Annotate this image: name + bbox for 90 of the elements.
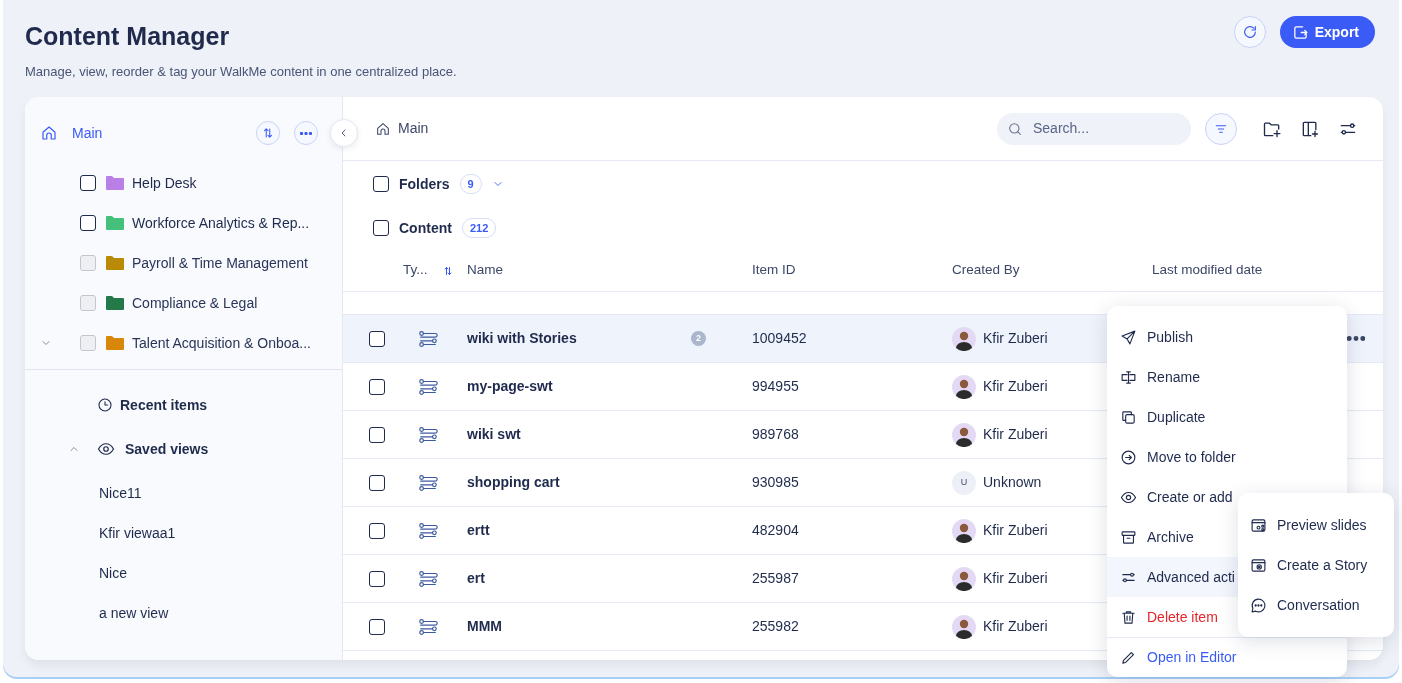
submenu-item[interactable]: Preview slides [1238, 505, 1394, 545]
column-header[interactable]: Last modified date [1152, 260, 1263, 281]
item-name[interactable]: ertt [467, 520, 490, 541]
saved-view-item[interactable]: Nice [99, 562, 127, 584]
group-label: Content [399, 218, 452, 238]
sort-icon [261, 126, 275, 140]
breadcrumb-link[interactable]: Main [398, 118, 429, 139]
item-name[interactable]: shopping cart [467, 472, 560, 493]
item-id: 1009452 [752, 329, 808, 348]
home-icon [40, 124, 58, 142]
item-id: 482904 [752, 521, 800, 540]
checkbox[interactable] [373, 220, 389, 236]
creator-name: Kfir Zuberi [983, 521, 1048, 540]
column-header[interactable]: Name [467, 260, 503, 281]
avatar-icon [952, 566, 976, 591]
refresh-button[interactable] [1233, 16, 1266, 48]
send-icon [1120, 328, 1137, 346]
chat-icon [1250, 596, 1267, 614]
checkbox[interactable] [369, 426, 385, 443]
arrow-circle-icon [1120, 448, 1137, 466]
story-icon [1250, 556, 1267, 574]
pencil-icon [1120, 649, 1137, 666]
item-id: 255987 [752, 569, 800, 588]
avatar-icon [952, 614, 976, 639]
refresh-icon [1241, 24, 1258, 40]
column-header[interactable]: Ty... [403, 260, 428, 281]
checkbox[interactable] [369, 330, 385, 347]
checkbox[interactable] [369, 570, 385, 587]
export-icon [1291, 23, 1309, 41]
avatar-icon [952, 422, 976, 447]
avatar: U [952, 470, 976, 495]
group-label: Folders [399, 174, 450, 194]
creator-name: Kfir Zuberi [983, 329, 1048, 348]
menu-item[interactable]: Rename [1107, 357, 1347, 397]
creator-name: Kfir Zuberi [983, 377, 1048, 396]
export-button[interactable]: Export [1279, 16, 1375, 48]
tree-item[interactable]: Workforce Analytics & Rep... [132, 212, 310, 234]
item-name[interactable]: wiki with Stories [467, 328, 577, 349]
comment-count-badge: 2 [691, 331, 706, 346]
eye-icon [97, 440, 115, 458]
avatar-icon [952, 326, 976, 351]
creator-name: Kfir Zuberi [983, 425, 1048, 444]
recent-items-link[interactable]: Recent items [120, 394, 208, 416]
checkbox[interactable] [369, 378, 385, 395]
tree-item[interactable]: Help Desk [132, 172, 197, 194]
item-id: 994955 [752, 377, 800, 396]
column-header[interactable]: Created By [952, 260, 1020, 281]
page-title: Content Manager [25, 21, 231, 52]
archive-icon [1120, 528, 1137, 546]
item-id: 989768 [752, 425, 800, 444]
trash-icon [1120, 608, 1137, 626]
checkbox[interactable] [369, 474, 385, 491]
creator-name: Unknown [983, 473, 1042, 492]
page-subtitle: Manage, view, reorder & tag your WalkMe content in one centralized place. [25, 62, 457, 81]
item-id: 930985 [752, 473, 800, 492]
creator-name: Kfir Zuberi [983, 617, 1048, 636]
checkbox[interactable] [369, 522, 385, 539]
item-name[interactable]: MMM [467, 616, 502, 637]
saved-view-item[interactable]: Nice11 [99, 482, 142, 504]
sort-button[interactable] [256, 121, 280, 145]
avatar-icon [952, 374, 976, 399]
main-folder-link[interactable]: Main [40, 122, 103, 144]
saved-views-link[interactable]: Saved views [125, 438, 209, 460]
more-button[interactable] [294, 121, 318, 145]
item-name[interactable]: my-page-swt [467, 376, 553, 397]
home-icon [375, 120, 391, 137]
ellipsis-icon [1347, 336, 1365, 341]
column-header[interactable]: Item ID [752, 260, 796, 281]
duplicate-icon [1120, 408, 1137, 426]
search-field[interactable]: Search... [997, 112, 1191, 145]
checkbox[interactable] [373, 176, 389, 192]
menu-item[interactable]: Duplicate [1107, 397, 1347, 437]
checkbox[interactable] [369, 618, 385, 635]
clock-icon [97, 397, 113, 413]
avatar-icon [952, 518, 976, 543]
checkbox[interactable] [80, 215, 96, 231]
creator-name: Kfir Zuberi [983, 569, 1048, 588]
saved-view-item[interactable]: a new view [99, 602, 169, 624]
saved-view-item[interactable]: Kfir viewaa1 [99, 522, 176, 544]
search-input[interactable]: Search... [1031, 117, 1171, 140]
slides-icon [1250, 516, 1267, 534]
item-name[interactable]: ert [467, 568, 485, 589]
checkbox[interactable] [80, 175, 96, 191]
item-id: 255982 [752, 617, 800, 636]
menu-item[interactable]: Move to folder [1107, 437, 1347, 477]
search-icon [1007, 120, 1023, 137]
ellipsis-icon [300, 131, 312, 135]
rename-icon [1120, 368, 1137, 386]
menu-item[interactable]: Publish [1107, 317, 1347, 357]
item-name[interactable]: wiki swt [467, 424, 521, 445]
